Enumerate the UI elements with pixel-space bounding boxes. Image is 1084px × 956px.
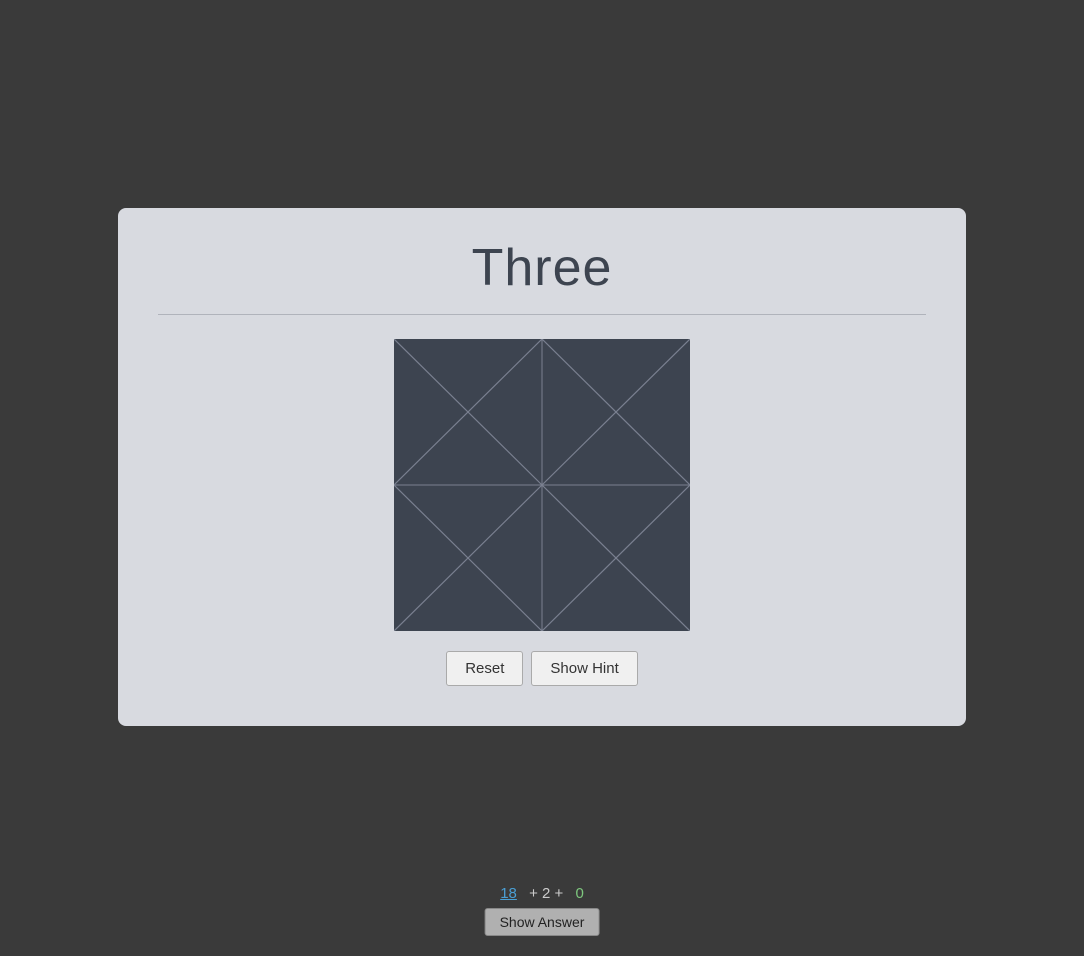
puzzle-svg	[394, 339, 690, 631]
action-buttons: Reset Show Hint	[446, 651, 638, 686]
score-blue[interactable]: 18	[500, 885, 517, 902]
score-row: 18 + 2 + 0	[500, 885, 584, 902]
score-space	[567, 885, 571, 902]
divider	[158, 314, 926, 315]
score-green: 0	[575, 885, 583, 902]
reset-button[interactable]: Reset	[446, 651, 523, 686]
score-middle: + 2 +	[529, 885, 563, 902]
card-title: Three	[472, 238, 613, 298]
bottom-bar: 18 + 2 + 0 Show Answer	[485, 885, 600, 936]
show-hint-button[interactable]: Show Hint	[531, 651, 637, 686]
score-separator	[521, 885, 525, 902]
show-answer-button[interactable]: Show Answer	[485, 908, 600, 936]
puzzle-card: Three Reset Show Hint	[118, 208, 966, 726]
puzzle-grid[interactable]	[394, 339, 690, 631]
